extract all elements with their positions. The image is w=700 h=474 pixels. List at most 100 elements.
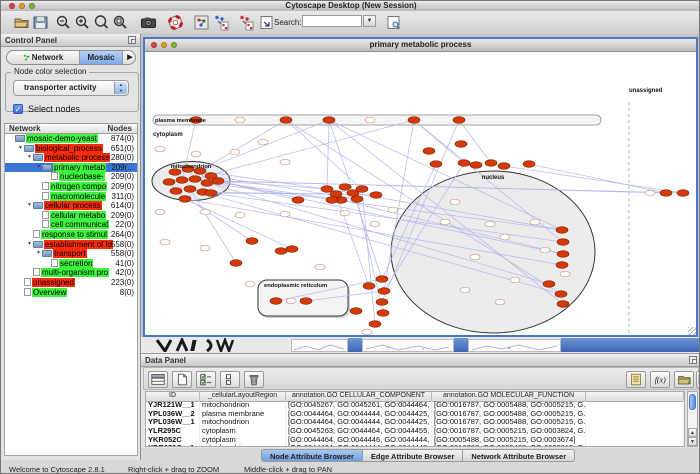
disclosure-triangle-icon[interactable]: ▼: [26, 153, 33, 163]
snapshot-camera-icon[interactable]: [140, 14, 157, 31]
network-node[interactable]: [660, 190, 672, 197]
network-view-icon[interactable]: [193, 14, 210, 31]
network-node[interactable]: [351, 196, 363, 203]
disclosure-triangle-icon[interactable]: ▼: [26, 201, 33, 211]
network-node[interactable]: [498, 163, 510, 170]
unselected-node[interactable]: [370, 221, 380, 227]
tab-node-attribute-browser[interactable]: Node Attribute Browser: [261, 449, 363, 462]
zoom-fit-icon[interactable]: [93, 14, 110, 31]
network-node[interactable]: [356, 186, 368, 193]
import-document-icon[interactable]: [258, 14, 275, 31]
table-row[interactable]: YPL036W__1mitochondrion[GO:0044464, GO:0…: [146, 418, 684, 427]
import-attributes-folder-icon[interactable]: [674, 371, 694, 388]
float-panel-icon[interactable]: [689, 356, 697, 364]
network-node[interactable]: [321, 186, 333, 193]
tree-item-establishment-of-lo[interactable]: ▼establishment of lo558(0): [5, 240, 137, 250]
network-node[interactable]: [280, 117, 292, 124]
unselected-node[interactable]: [155, 146, 165, 152]
network-node[interactable]: [300, 298, 312, 305]
tab-network-attribute-browser[interactable]: Network Attribute Browser: [463, 449, 575, 462]
table-vertical-scrollbar[interactable]: ▲ ▼: [687, 391, 698, 447]
disclosure-triangle-icon[interactable]: ▼: [26, 240, 33, 250]
save-icon[interactable]: [32, 14, 49, 31]
unselected-node[interactable]: [160, 239, 170, 245]
disclosure-triangle-icon[interactable]: ▼: [17, 144, 24, 154]
unselected-node[interactable]: [191, 151, 201, 157]
network-node[interactable]: [408, 117, 420, 124]
disclosure-triangle-icon[interactable]: ▼: [35, 163, 42, 173]
network-node[interactable]: [189, 176, 201, 183]
network-node[interactable]: [270, 298, 282, 305]
network-node[interactable]: [556, 227, 568, 234]
unselected-node[interactable]: [340, 210, 350, 216]
column-header-blank[interactable]: [586, 392, 684, 401]
unselected-node[interactable]: [560, 271, 570, 277]
network-node[interactable]: [170, 188, 182, 195]
tab-edge-attribute-browser[interactable]: Edge Attribute Browser: [363, 449, 463, 462]
unselected-node[interactable]: [485, 221, 495, 227]
network-node[interactable]: [163, 179, 175, 186]
unselected-node[interactable]: [388, 207, 398, 213]
network-edge[interactable]: [200, 120, 329, 171]
unselected-node[interactable]: [258, 139, 268, 145]
table-row[interactable]: YJR121W__1mitochondrion[GO:0045267, GO:0…: [146, 401, 684, 410]
network-node[interactable]: [330, 191, 342, 198]
unselected-node[interactable]: [365, 117, 375, 123]
disclosure-triangle-icon[interactable]: ▼: [35, 249, 42, 259]
network-node[interactable]: [555, 291, 567, 298]
tree-item-response-to-stimul[interactable]: response to stimul264(0): [5, 230, 137, 240]
search-dropdown-icon[interactable]: ▼: [363, 15, 376, 27]
network-node[interactable]: [453, 117, 465, 124]
network-node[interactable]: [339, 184, 351, 191]
column-header-annotation.GO MOLECULAR_FUNCTION[interactable]: annotation.GO MOLECULAR_FUNCTION: [432, 392, 586, 401]
unselected-node[interactable]: [440, 219, 450, 225]
zoom-selected-icon[interactable]: [112, 14, 129, 31]
unselected-node[interactable]: [500, 234, 510, 240]
network-node[interactable]: [523, 161, 535, 168]
column-header-_cellularLayoutRegion[interactable]: _cellularLayoutRegion: [200, 392, 286, 401]
zoom-out-icon[interactable]: [55, 14, 72, 31]
network-edge[interactable]: [362, 189, 375, 324]
network-node[interactable]: [430, 161, 442, 168]
network-node[interactable]: [275, 248, 287, 255]
unselected-node[interactable]: [280, 211, 290, 217]
tree-item-unassigned[interactable]: unassigned223(0): [5, 278, 137, 288]
scroll-down-icon[interactable]: ▼: [688, 437, 697, 446]
search-input[interactable]: [302, 15, 362, 27]
tree-item-metabolic-process[interactable]: ▼metabolic process280(0): [5, 153, 137, 163]
tab-mosaic[interactable]: Mosaic: [80, 51, 123, 64]
network-node[interactable]: [557, 301, 569, 308]
attribute-function-fx-icon[interactable]: f(x): [650, 371, 670, 388]
unselected-node[interactable]: [495, 299, 505, 305]
network-node[interactable]: [470, 162, 482, 169]
attribute-table[interactable]: ID_cellularLayoutRegionannotation.GO CEL…: [145, 391, 685, 447]
delete-attribute-trash-icon[interactable]: [244, 371, 264, 388]
network-edge[interactable]: [195, 120, 414, 179]
network-node[interactable]: [184, 186, 196, 193]
network-node[interactable]: [543, 281, 555, 288]
network-node[interactable]: [458, 160, 470, 167]
tree-item-biological-process[interactable]: ▼biological_process651(0): [5, 144, 137, 154]
network-node[interactable]: [176, 177, 188, 184]
unselected-node[interactable]: [510, 277, 520, 283]
network-edge[interactable]: [200, 120, 286, 171]
tree-item-cell-communicat[interactable]: cell communicat22(0): [5, 220, 137, 230]
column-header-ID[interactable]: ID: [146, 392, 200, 401]
table-row[interactable]: YPL036W__2plasma membrane[GO:0044464, GO…: [146, 410, 684, 419]
unselected-node[interactable]: [450, 199, 460, 205]
network-node[interactable]: [205, 190, 217, 197]
network-node[interactable]: [378, 288, 390, 295]
tree-item-primary-metab[interactable]: ▼primary metab209(...: [5, 163, 137, 173]
unselected-node[interactable]: [315, 264, 325, 270]
network-node[interactable]: [323, 117, 335, 124]
network-canvas[interactable]: plasma membranecytoplasmmitochondrionnuc…: [145, 52, 696, 335]
tab-network[interactable]: Network: [7, 51, 80, 64]
tree-item-cellular-process[interactable]: ▼cellular process614(0): [5, 201, 137, 211]
tree-item-overview[interactable]: Overview8(0): [5, 288, 137, 298]
tree-item-multi-organism-pro[interactable]: multi-organism pro42(0): [5, 268, 137, 278]
network-node[interactable]: [369, 321, 381, 328]
table-row[interactable]: YLR295Ccytoplasm[GO:0045263, GO:0044464,…: [146, 427, 684, 436]
tree-item-macromolecule[interactable]: macromolecule311(0): [5, 192, 137, 202]
new-attribute-page-icon[interactable]: [172, 371, 192, 388]
tree-item-nitrogen-compo[interactable]: nitrogen compo209(0): [5, 182, 137, 192]
